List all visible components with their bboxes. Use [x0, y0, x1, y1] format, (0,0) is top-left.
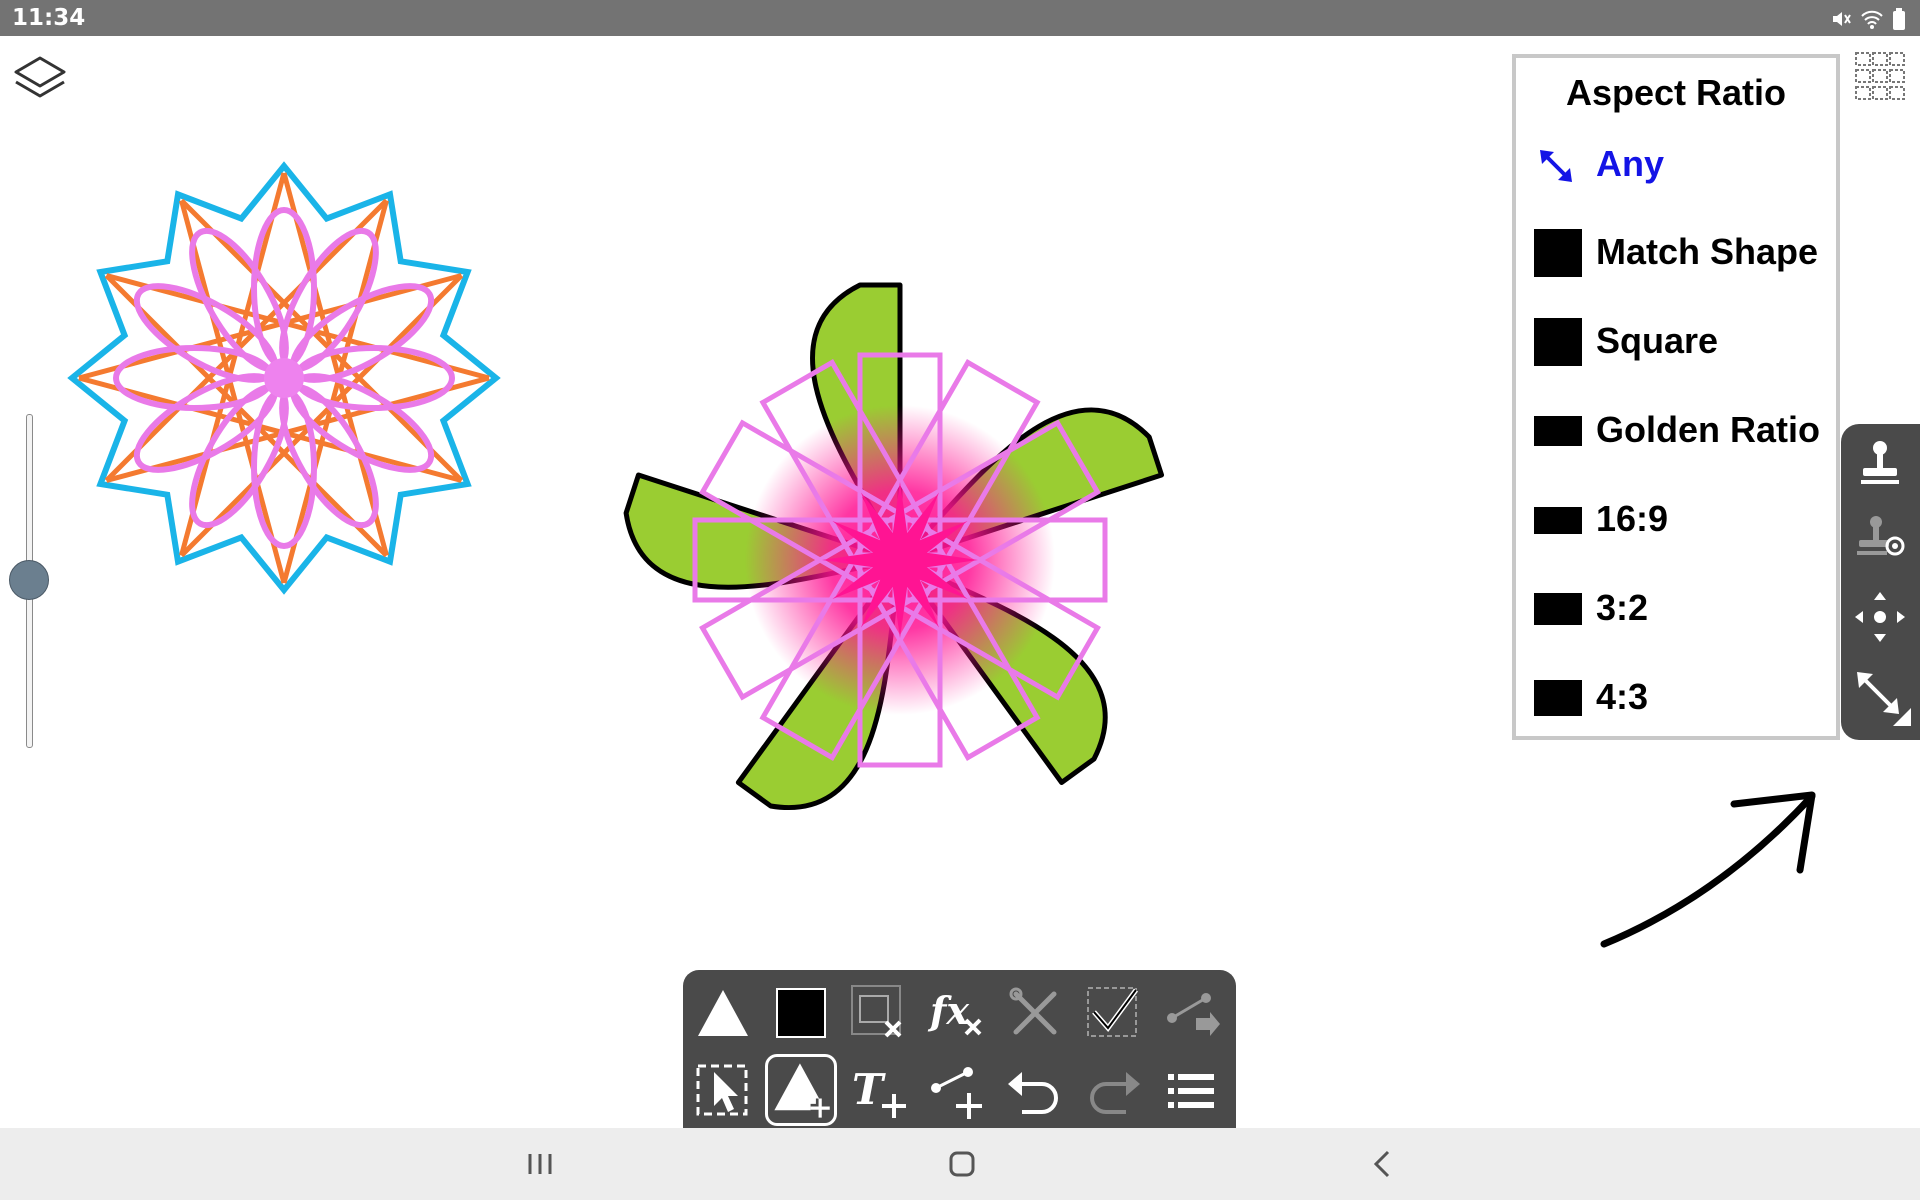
swatch-3-2: [1534, 593, 1582, 625]
stamp-settings-button[interactable]: [1849, 508, 1911, 570]
stamp-settings-icon: [1857, 516, 1905, 556]
aspect-option-any[interactable]: Any: [1516, 140, 1836, 210]
export-path-icon: [1167, 993, 1220, 1036]
swatch-square: [1534, 318, 1582, 366]
tools-button[interactable]: [1004, 982, 1066, 1044]
status-bar: 11:34: [0, 0, 1920, 36]
delete-selection-icon: [851, 985, 902, 1038]
fill-color-icon: [776, 988, 826, 1038]
redo-button[interactable]: [1082, 1060, 1144, 1122]
aspect-option-label: Square: [1596, 320, 1719, 361]
swatch-match-shape: [1534, 229, 1582, 277]
back-icon: [1373, 1150, 1390, 1178]
slider-thumb[interactable]: [9, 560, 49, 600]
menu-button[interactable]: [1160, 1060, 1222, 1122]
select-icon: [696, 1064, 748, 1116]
swatch-16-9: [1534, 507, 1582, 534]
undo-button[interactable]: [1004, 1060, 1066, 1122]
status-time: 11:34: [12, 5, 86, 31]
shape-triangle-button[interactable]: [692, 982, 754, 1044]
stamp-button[interactable]: [1849, 434, 1911, 496]
aspect-option-label: Match Shape: [1596, 231, 1819, 272]
wifi-icon: [1861, 10, 1883, 29]
panel-title: Aspect Ratio: [1565, 72, 1787, 113]
grid-toggle-button[interactable]: [1853, 50, 1907, 102]
effects-icon: fx: [927, 988, 982, 1036]
aspect-option-label: 4:3: [1596, 676, 1649, 717]
home-button[interactable]: [932, 1142, 992, 1186]
battery-icon: [1893, 8, 1905, 30]
aspect-option-match-shape[interactable]: Match Shape: [1516, 226, 1836, 296]
add-shape-icon: [774, 1063, 830, 1118]
aspect-option-4-3[interactable]: 4:3: [1516, 671, 1836, 741]
star-mandala-shape[interactable]: [67, 161, 501, 595]
confirm-selection-button[interactable]: [1082, 982, 1144, 1044]
move-icon: [1855, 592, 1905, 642]
resize-diagonal-icon: [1540, 150, 1572, 182]
navigation-bar: [0, 1128, 1920, 1200]
effects-button[interactable]: fx: [926, 982, 988, 1044]
add-shape-button[interactable]: [765, 1054, 837, 1126]
layers-button[interactable]: [12, 50, 68, 106]
aspect-option-golden-ratio[interactable]: Golden Ratio: [1516, 404, 1836, 474]
move-button[interactable]: [1849, 586, 1911, 648]
tools-icon: [1009, 987, 1057, 1035]
aspect-option-label: 3:2: [1596, 587, 1649, 628]
redo-icon: [1090, 1072, 1140, 1114]
resize-icon: [1857, 672, 1911, 726]
svg-text:fx: fx: [927, 988, 970, 1033]
svg-text:T: T: [852, 1065, 886, 1114]
stamp-icon: [1861, 441, 1899, 484]
aspect-option-16-9[interactable]: 16:9: [1516, 493, 1836, 563]
home-icon: [949, 1151, 975, 1177]
aspect-option-label: 16:9: [1596, 498, 1669, 539]
aspect-option-square[interactable]: Square: [1516, 315, 1836, 385]
zoom-slider[interactable]: [8, 410, 50, 750]
export-path-button[interactable]: [1160, 982, 1222, 1044]
back-button[interactable]: [1352, 1142, 1412, 1186]
menu-icon: [1168, 1074, 1214, 1108]
right-toolbar: [1841, 424, 1920, 740]
aspect-option-label: Any: [1596, 143, 1665, 184]
add-path-icon: [931, 1067, 982, 1119]
swatch-4-3: [1534, 680, 1582, 716]
shape-triangle-icon: [698, 990, 748, 1036]
arrow-shape[interactable]: [1590, 780, 1830, 950]
add-text-button[interactable]: T: [848, 1060, 910, 1122]
add-text-icon: T: [852, 1065, 906, 1118]
pinwheel-flower-shape[interactable]: [611, 282, 1165, 834]
delete-selection-button[interactable]: [848, 982, 910, 1044]
bottom-toolbar: fx T: [683, 970, 1236, 1130]
recent-apps-button[interactable]: [510, 1142, 570, 1186]
swatch-golden-ratio: [1534, 416, 1582, 446]
aspect-option-label: Golden Ratio: [1596, 409, 1820, 450]
aspect-ratio-panel: Aspect Ratio Any Match Shape Square Gold…: [1512, 54, 1840, 740]
aspect-option-3-2[interactable]: 3:2: [1516, 582, 1836, 652]
layers-icon: [14, 56, 66, 88]
recent-apps-icon: [528, 1154, 552, 1174]
select-button[interactable]: [692, 1060, 754, 1122]
confirm-selection-icon: [1087, 987, 1139, 1037]
undo-icon: [1008, 1072, 1058, 1114]
resize-button[interactable]: [1849, 664, 1911, 726]
grid-icon: [1855, 52, 1905, 100]
add-path-button[interactable]: [926, 1060, 988, 1122]
mute-icon: [1833, 12, 1851, 26]
fill-color-button[interactable]: [770, 982, 832, 1044]
status-icons: [1830, 7, 1906, 31]
mandala-center: [264, 358, 304, 398]
